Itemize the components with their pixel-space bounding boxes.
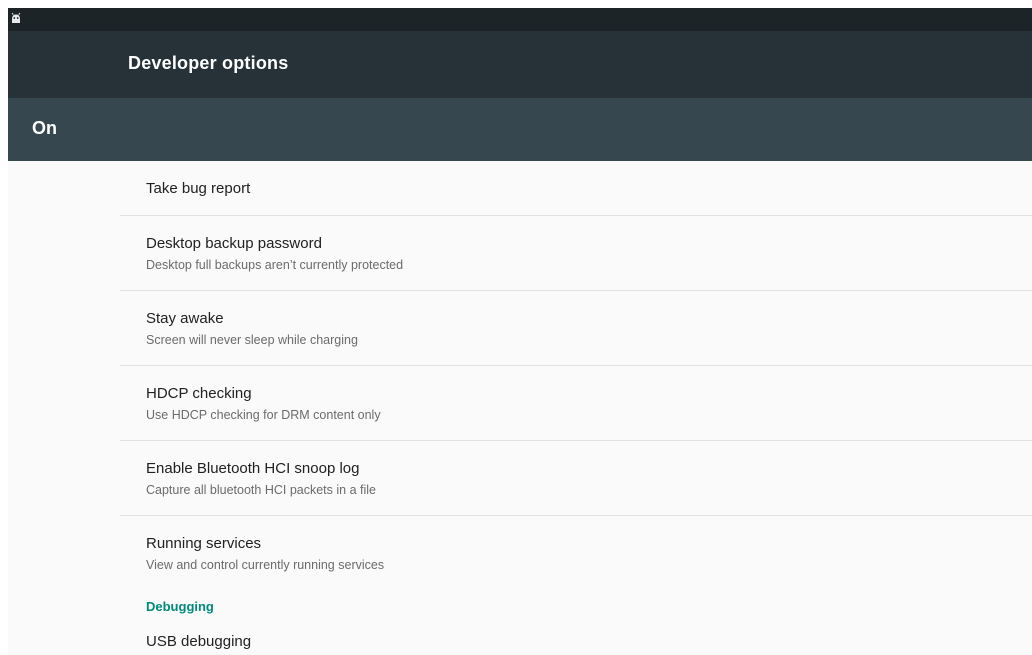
pref-running-services[interactable]: Running services View and control curren… bbox=[120, 516, 1032, 593]
pref-summary: View and control currently running servi… bbox=[146, 558, 385, 572]
pref-title: Running services bbox=[146, 535, 262, 552]
pref-title: Stay awake bbox=[146, 310, 224, 327]
category-title: Debugging bbox=[146, 599, 214, 614]
pref-title: USB debugging bbox=[146, 633, 252, 650]
category-debugging: Debugging bbox=[120, 593, 1032, 623]
pref-title: HDCP checking bbox=[146, 385, 252, 402]
master-switch-label: On bbox=[32, 118, 57, 138]
preference-list: Take bug report Desktop backup password … bbox=[8, 161, 1032, 655]
page-title: Developer options bbox=[128, 53, 289, 73]
pref-summary: Use HDCP checking for DRM content only bbox=[146, 408, 381, 422]
status-bar bbox=[8, 8, 1032, 31]
pref-bluetooth-hci-snoop-log[interactable]: Enable Bluetooth HCI snoop log Capture a… bbox=[120, 441, 1032, 516]
pref-stay-awake[interactable]: Stay awake Screen will never sleep while… bbox=[120, 291, 1032, 366]
developer-options-screen: Developer options On Take bug report Des… bbox=[8, 8, 1032, 655]
pref-take-bug-report[interactable]: Take bug report bbox=[120, 161, 1032, 216]
pref-title: Desktop backup password bbox=[146, 235, 322, 252]
pref-summary: Screen will never sleep while charging bbox=[146, 333, 358, 347]
developer-options-master-switch[interactable]: On bbox=[8, 98, 1032, 161]
pref-summary: Desktop full backups aren’t currently pr… bbox=[146, 258, 404, 272]
pref-title: Take bug report bbox=[146, 180, 251, 197]
pref-usb-debugging[interactable]: USB debugging bbox=[120, 623, 1032, 655]
pref-hdcp-checking[interactable]: HDCP checking Use HDCP checking for DRM … bbox=[120, 366, 1032, 441]
android-debug-icon bbox=[11, 12, 21, 23]
pref-desktop-backup-password[interactable]: Desktop backup password Desktop full bac… bbox=[120, 216, 1032, 291]
pref-title: Enable Bluetooth HCI snoop log bbox=[146, 460, 360, 477]
action-bar: Developer options bbox=[8, 31, 1032, 98]
pref-summary: Capture all bluetooth HCI packets in a f… bbox=[146, 483, 376, 497]
